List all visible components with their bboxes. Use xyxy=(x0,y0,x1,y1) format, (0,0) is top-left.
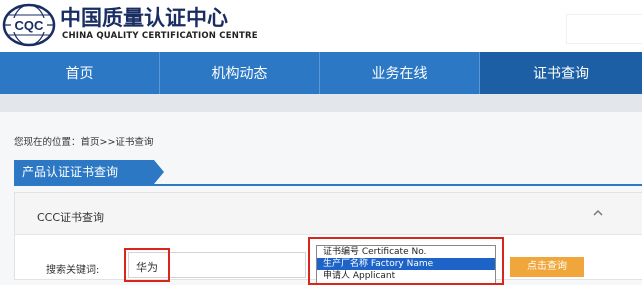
site-header: CQC 中国质量认证中心 CHINA QUALITY CERTIFICATION… xyxy=(0,0,642,52)
svg-text:CQC: CQC xyxy=(15,18,45,33)
panel-title: CCC证书查询 xyxy=(37,211,105,224)
query-button[interactable]: 点击查询 xyxy=(510,257,584,277)
site-title: 中国质量认证中心 xyxy=(60,6,228,30)
keyword-label: 搜索关键词: xyxy=(46,265,100,276)
main-nav: 首页 机构动态 业务在线 证书查询 xyxy=(0,52,642,94)
header-search-box[interactable] xyxy=(566,14,642,44)
section-title: 产品认证证书查询 xyxy=(14,160,154,184)
section-divider xyxy=(14,184,642,186)
nav-business[interactable]: 业务在线 xyxy=(320,52,480,94)
panel-header[interactable]: CCC证书查询 xyxy=(15,193,642,235)
site-subtitle: CHINA QUALITY CERTIFICATION CENTRE xyxy=(62,31,258,41)
select-highlight-box xyxy=(308,237,504,285)
keyword-highlight-box xyxy=(124,248,170,282)
nav-home[interactable]: 首页 xyxy=(0,52,160,94)
nav-cert-query[interactable]: 证书查询 xyxy=(480,52,642,94)
cqc-logo[interactable]: CQC xyxy=(2,3,56,47)
breadcrumb: 您现在的位置：首页>>证书查询 xyxy=(14,137,154,148)
nav-news[interactable]: 机构动态 xyxy=(160,52,320,94)
nav-shadow xyxy=(0,94,642,112)
chevron-up-icon[interactable] xyxy=(592,208,604,218)
section-title-arrow xyxy=(154,160,164,184)
